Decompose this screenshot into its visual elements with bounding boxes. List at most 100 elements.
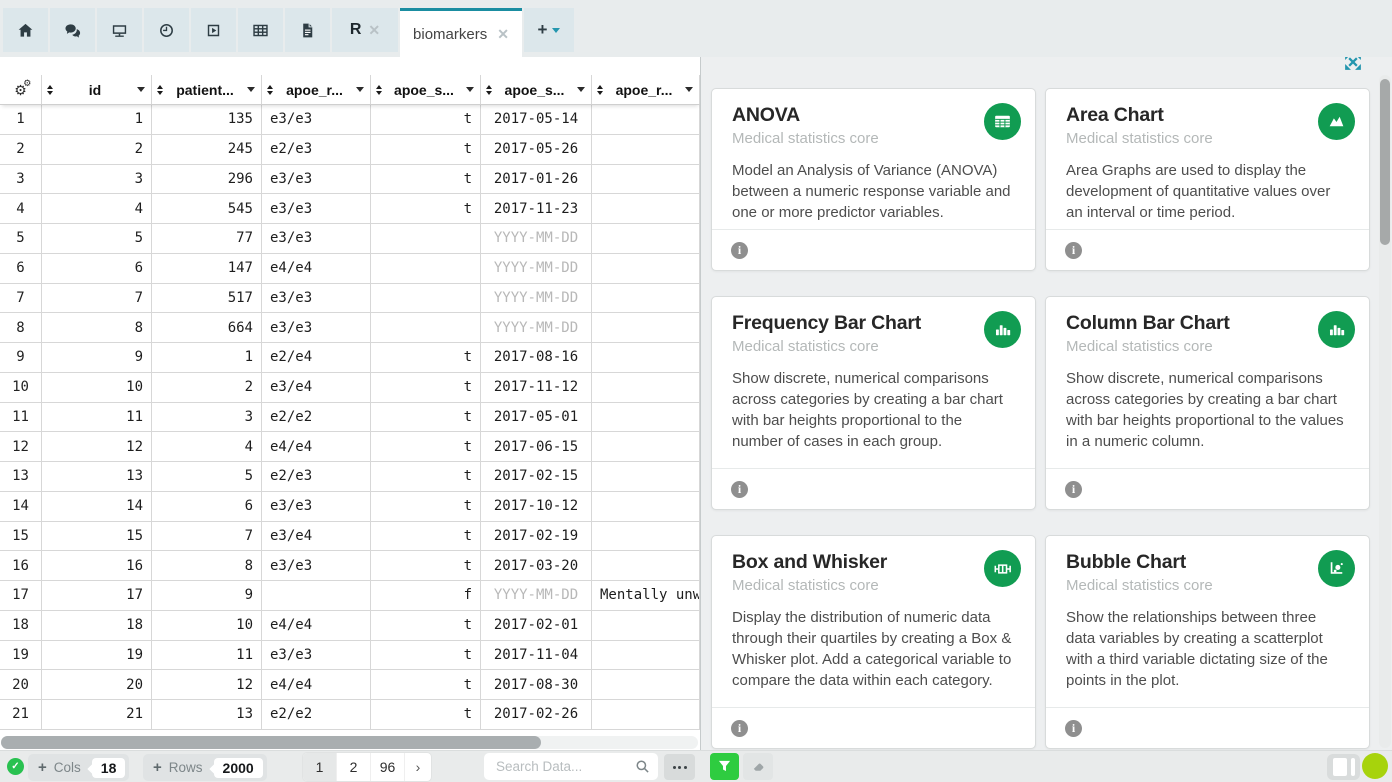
- cell-date[interactable]: 2017-02-15: [481, 462, 592, 491]
- sort-icon[interactable]: [157, 85, 163, 95]
- sort-icon[interactable]: [267, 85, 273, 95]
- cell-genotype[interactable]: e3/e3: [262, 165, 371, 194]
- cell-flag[interactable]: [371, 313, 481, 342]
- cell-date[interactable]: 2017-08-16: [481, 343, 592, 372]
- more-options-button[interactable]: [664, 754, 695, 780]
- cell-patient[interactable]: 2: [152, 373, 262, 402]
- cell-id[interactable]: 11: [42, 403, 152, 432]
- cell-flag[interactable]: [371, 254, 481, 283]
- chart-card[interactable]: Area Chart Medical statistics core Area …: [1045, 88, 1370, 271]
- cell-id[interactable]: 12: [42, 432, 152, 461]
- cell-id[interactable]: 3: [42, 165, 152, 194]
- cell-patient[interactable]: 12: [152, 670, 262, 699]
- cell-id[interactable]: 19: [42, 641, 152, 670]
- cell-patient[interactable]: 11: [152, 641, 262, 670]
- cell-date[interactable]: 2017-11-23: [481, 194, 592, 223]
- cell-flag[interactable]: t: [371, 641, 481, 670]
- cell-date[interactable]: 2017-02-19: [481, 522, 592, 551]
- tab-biomarkers[interactable]: biomarkers: [400, 8, 522, 57]
- tab-report[interactable]: [285, 8, 330, 52]
- column-header[interactable]: apoe_s...: [371, 75, 481, 104]
- column-header[interactable]: patient...: [152, 75, 262, 104]
- cell-comment[interactable]: [592, 373, 700, 402]
- column-menu-icon[interactable]: [356, 87, 364, 92]
- cell-patient[interactable]: 77: [152, 224, 262, 253]
- cell-comment[interactable]: [592, 522, 700, 551]
- column-menu-icon[interactable]: [466, 87, 474, 92]
- chart-card[interactable]: Column Bar Chart Medical statistics core…: [1045, 296, 1370, 510]
- close-icon[interactable]: [368, 23, 380, 37]
- cell-flag[interactable]: t: [371, 611, 481, 640]
- cell-patient[interactable]: 7: [152, 522, 262, 551]
- chart-card[interactable]: Bubble Chart Medical statistics core Sho…: [1045, 535, 1370, 749]
- cell-genotype[interactable]: e2/e3: [262, 135, 371, 164]
- cell-comment[interactable]: [592, 641, 700, 670]
- cell-date[interactable]: 2017-06-15: [481, 432, 592, 461]
- cell-genotype[interactable]: [262, 581, 371, 610]
- info-icon[interactable]: [1065, 242, 1082, 259]
- tab-table[interactable]: [238, 8, 283, 52]
- cell-flag[interactable]: t: [371, 135, 481, 164]
- chart-card[interactable]: Frequency Bar Chart Medical statistics c…: [711, 296, 1036, 510]
- cell-genotype[interactable]: e2/e4: [262, 343, 371, 372]
- cell-flag[interactable]: t: [371, 551, 481, 580]
- cell-id[interactable]: 16: [42, 551, 152, 580]
- layout-toggle-button[interactable]: [1327, 754, 1360, 780]
- cell-date[interactable]: YYYY-MM-DD: [481, 284, 592, 313]
- cell-id[interactable]: 18: [42, 611, 152, 640]
- cell-patient[interactable]: 13: [152, 700, 262, 729]
- cell-flag[interactable]: t: [371, 700, 481, 729]
- page-button-2[interactable]: 2: [337, 753, 371, 781]
- cell-id[interactable]: 4: [42, 194, 152, 223]
- cell-comment[interactable]: [592, 105, 700, 134]
- cell-date[interactable]: 2017-01-26: [481, 165, 592, 194]
- cell-flag[interactable]: t: [371, 105, 481, 134]
- cell-date[interactable]: 2017-11-12: [481, 373, 592, 402]
- cell-genotype[interactable]: e3/e3: [262, 284, 371, 313]
- horizontal-scrollbar-thumb[interactable]: [1, 736, 541, 749]
- tab-new[interactable]: +: [524, 8, 574, 52]
- cell-date[interactable]: 2017-02-26: [481, 700, 592, 729]
- sort-icon[interactable]: [376, 85, 382, 95]
- cell-id[interactable]: 7: [42, 284, 152, 313]
- cell-patient[interactable]: 135: [152, 105, 262, 134]
- cell-date[interactable]: 2017-05-01: [481, 403, 592, 432]
- cell-comment[interactable]: [592, 551, 700, 580]
- cell-flag[interactable]: [371, 284, 481, 313]
- chart-card[interactable]: ANOVA Medical statistics core Model an A…: [711, 88, 1036, 271]
- tab-home[interactable]: [3, 8, 48, 52]
- cell-date[interactable]: YYYY-MM-DD: [481, 224, 592, 253]
- table-settings-button[interactable]: [0, 75, 42, 104]
- info-icon[interactable]: [731, 720, 748, 737]
- cell-genotype[interactable]: e3/e4: [262, 522, 371, 551]
- cell-patient[interactable]: 10: [152, 611, 262, 640]
- cell-patient[interactable]: 8: [152, 551, 262, 580]
- cell-flag[interactable]: t: [371, 194, 481, 223]
- info-icon[interactable]: [1065, 481, 1082, 498]
- column-menu-icon[interactable]: [247, 87, 255, 92]
- add-rows-button[interactable]: Rows 2000: [143, 754, 267, 781]
- cell-date[interactable]: YYYY-MM-DD: [481, 254, 592, 283]
- cell-patient[interactable]: 664: [152, 313, 262, 342]
- sort-icon[interactable]: [597, 85, 603, 95]
- cell-patient[interactable]: 9: [152, 581, 262, 610]
- page-button-1[interactable]: 1: [303, 753, 337, 781]
- cell-genotype[interactable]: e3/e4: [262, 373, 371, 402]
- cell-id[interactable]: 9: [42, 343, 152, 372]
- cell-id[interactable]: 10: [42, 373, 152, 402]
- cell-comment[interactable]: [592, 670, 700, 699]
- info-icon[interactable]: [1065, 720, 1082, 737]
- expand-arrows-icon[interactable]: [1344, 57, 1362, 71]
- column-header[interactable]: apoe_s...: [481, 75, 592, 104]
- cell-date[interactable]: 2017-08-30: [481, 670, 592, 699]
- cell-comment[interactable]: [592, 462, 700, 491]
- cell-patient[interactable]: 517: [152, 284, 262, 313]
- cell-patient[interactable]: 6: [152, 492, 262, 521]
- filter-button[interactable]: [710, 753, 739, 780]
- column-header[interactable]: apoe_r...: [592, 75, 700, 104]
- cell-comment[interactable]: [592, 254, 700, 283]
- cell-flag[interactable]: t: [371, 403, 481, 432]
- cell-genotype[interactable]: e3/e3: [262, 105, 371, 134]
- cell-date[interactable]: 2017-05-14: [481, 105, 592, 134]
- cell-genotype[interactable]: e3/e3: [262, 313, 371, 342]
